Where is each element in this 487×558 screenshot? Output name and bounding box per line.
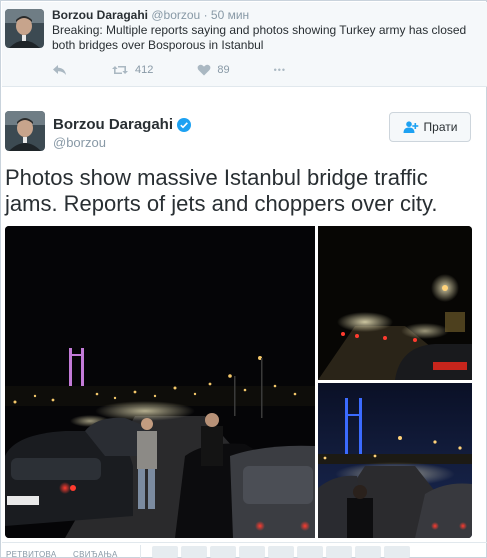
likes-stat-label[interactable]: СВИЂАЊА: [73, 550, 118, 558]
more-icon: •••: [273, 65, 287, 75]
avatar[interactable]: [5, 111, 45, 151]
verified-badge-icon: [177, 117, 192, 132]
tweet-stats: РЕТВИТОВА СВИЂАЊА: [2, 542, 487, 558]
follow-button[interactable]: Прати: [389, 112, 471, 142]
tweet-timestamp[interactable]: 50 мин: [211, 8, 249, 22]
reply-button[interactable]: [52, 64, 67, 76]
liker-avatars: [152, 546, 413, 558]
author-handle[interactable]: @borzou: [151, 8, 200, 22]
avatar[interactable]: [297, 546, 323, 558]
avatar[interactable]: [5, 9, 44, 48]
stats-divider: [140, 545, 141, 558]
follow-person-icon: [403, 121, 418, 133]
author-handle[interactable]: @borzou: [53, 135, 106, 150]
retweets-stat-label[interactable]: РЕТВИТОВА: [6, 550, 57, 558]
avatar[interactable]: [152, 546, 178, 558]
like-button[interactable]: 89: [197, 64, 230, 76]
photo-main[interactable]: [5, 226, 315, 538]
author-name[interactable]: Borzou Daragahi: [53, 116, 173, 133]
avatar[interactable]: [268, 546, 294, 558]
author-name[interactable]: Borzou Daragahi: [52, 8, 148, 22]
header-separator: ·: [203, 8, 208, 22]
photo-bottom-right[interactable]: [318, 383, 472, 538]
retweet-count: 412: [135, 64, 154, 76]
avatar[interactable]: [181, 546, 207, 558]
avatar[interactable]: [210, 546, 236, 558]
author-name-row: Borzou Daragahi: [53, 116, 192, 133]
tweet-actions: 412 89 •••: [52, 62, 330, 78]
heart-icon: [197, 64, 211, 76]
retweet-icon: [112, 66, 128, 74]
tweet-embed-frame: Borzou Daragahi @borzou · 50 мин Breakin…: [0, 0, 487, 558]
avatar[interactable]: [355, 546, 381, 558]
follow-label: Прати: [423, 120, 458, 134]
tweet-header: Borzou Daragahi @borzou · 50 мин: [52, 8, 249, 22]
tweet-text: Photos show massive Istanbul bridge traf…: [5, 165, 438, 216]
tweet-text: Breaking: Multiple reports saying and ph…: [52, 23, 467, 52]
more-button[interactable]: •••: [274, 65, 286, 75]
avatar[interactable]: [326, 546, 352, 558]
tweet-media-grid: [5, 226, 472, 538]
avatar[interactable]: [384, 546, 410, 558]
like-count: 89: [217, 64, 230, 76]
photo-top-right[interactable]: [318, 226, 472, 380]
avatar[interactable]: [239, 546, 265, 558]
retweet-button[interactable]: 412: [111, 64, 153, 76]
top-tweet[interactable]: Borzou Daragahi @borzou · 50 мин Breakin…: [2, 2, 487, 87]
reply-icon: [53, 65, 66, 75]
